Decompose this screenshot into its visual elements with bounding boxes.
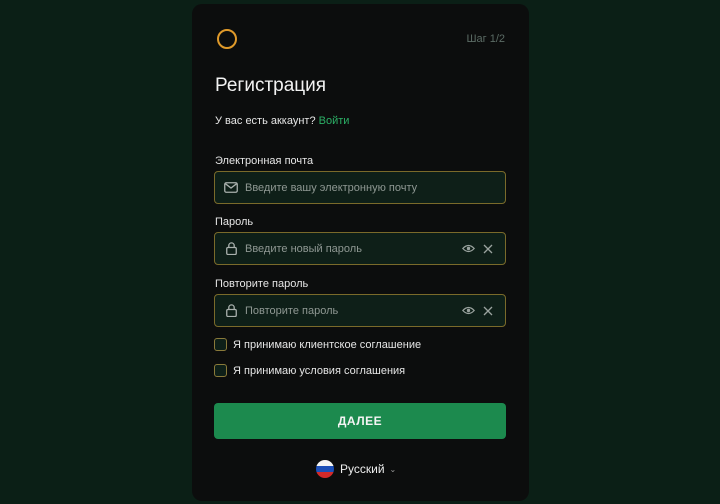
- client-agreement-checkbox[interactable]: Я принимаю клиентское соглашение: [214, 338, 421, 351]
- page-title: Регистрация: [215, 75, 327, 96]
- email-field[interactable]: [214, 171, 506, 204]
- chevron-down-icon: ⌄: [389, 464, 397, 474]
- lock-icon: [224, 242, 238, 256]
- account-question: У вас есть аккаунт?: [215, 115, 316, 127]
- repeat-password-input[interactable]: [245, 304, 461, 317]
- clear-repeat-password-close-icon[interactable]: [481, 304, 495, 318]
- lock-icon: [224, 304, 238, 318]
- repeat-password-field[interactable]: [214, 294, 506, 327]
- show-password-eye-icon[interactable]: [461, 242, 475, 256]
- language-selector[interactable]: Русский ⌄: [316, 460, 396, 478]
- registration-card: Шаг 1/2 Регистрация У вас есть аккаунт? …: [192, 4, 529, 501]
- password-input[interactable]: [245, 242, 461, 255]
- password-field[interactable]: [214, 232, 506, 265]
- language-name: Русский: [340, 462, 385, 476]
- checkbox-box[interactable]: [214, 364, 227, 377]
- email-input[interactable]: [245, 181, 505, 194]
- terms-agreement-label: Я принимаю условия соглашения: [233, 364, 406, 377]
- login-link[interactable]: Войти: [319, 115, 350, 127]
- repeat-password-label: Повторите пароль: [215, 278, 309, 290]
- show-repeat-password-eye-icon[interactable]: [461, 304, 475, 318]
- russia-flag-icon: [316, 460, 334, 478]
- next-button[interactable]: ДАЛЕЕ: [214, 403, 506, 439]
- password-label: Пароль: [215, 216, 254, 228]
- account-prompt: У вас есть аккаунт? Войти: [215, 115, 349, 127]
- step-indicator: Шаг 1/2: [466, 33, 505, 45]
- clear-password-close-icon[interactable]: [481, 242, 495, 256]
- email-label: Электронная почта: [215, 155, 314, 167]
- client-agreement-label: Я принимаю клиентское соглашение: [233, 338, 422, 351]
- mail-icon: [224, 181, 238, 195]
- checkbox-box[interactable]: [214, 338, 227, 351]
- terms-agreement-checkbox[interactable]: Я принимаю условия соглашения: [214, 364, 405, 377]
- logo-ring-icon: [217, 29, 237, 49]
